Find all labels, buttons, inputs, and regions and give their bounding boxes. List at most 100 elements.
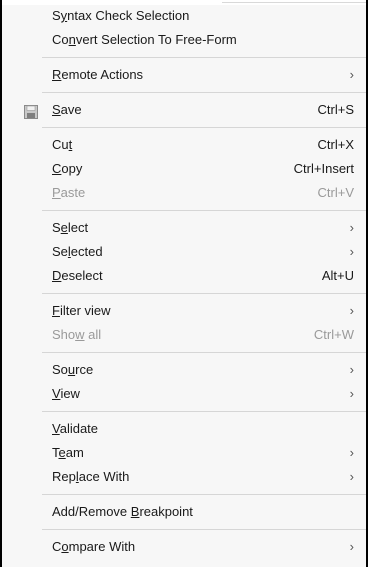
mnemonic: R bbox=[52, 67, 62, 82]
menu-item-filter-view[interactable]: Filter view › bbox=[2, 299, 366, 323]
menu-item-label: Convert Selection To Free-Form bbox=[52, 28, 237, 52]
menu-item-label: Paste bbox=[52, 181, 85, 205]
label-part: So bbox=[52, 362, 68, 377]
menu-item-source[interactable]: Source › bbox=[2, 358, 366, 382]
menu-item-validate[interactable]: Validate bbox=[2, 417, 366, 441]
menu-item-label: Filter view bbox=[52, 299, 111, 323]
submenu-arrow-icon: › bbox=[349, 445, 354, 460]
menu-separator bbox=[42, 293, 366, 294]
shortcut-text: Ctrl+V bbox=[317, 185, 354, 200]
menu-item-label: Copy bbox=[52, 157, 82, 181]
label-part: Add/Remove bbox=[52, 504, 131, 519]
label-part: am bbox=[65, 445, 84, 460]
submenu-arrow-icon: › bbox=[349, 244, 354, 259]
mnemonic: V bbox=[52, 421, 60, 436]
mnemonic: e bbox=[60, 220, 68, 235]
mnemonic: o bbox=[61, 539, 69, 554]
menu-item-remote-actions[interactable]: Remote Actions › bbox=[2, 63, 366, 87]
label-part: all bbox=[84, 327, 102, 342]
menu-item-add-remove-breakpoint[interactable]: Add/Remove Breakpoint bbox=[2, 500, 366, 524]
menu-separator bbox=[42, 57, 366, 58]
menu-separator bbox=[42, 127, 366, 128]
menu-item-cut[interactable]: Cut Ctrl+X bbox=[2, 133, 366, 157]
context-menu: Syntax Check Selection Convert Selection… bbox=[0, 0, 368, 567]
label-part: lect bbox=[67, 220, 89, 235]
mnemonic: t bbox=[68, 137, 73, 152]
submenu-arrow-icon: › bbox=[349, 362, 354, 377]
label-part: aste bbox=[60, 185, 86, 200]
menu-item-label: Syntax Check Selection bbox=[52, 4, 189, 28]
label-part: mpare With bbox=[68, 539, 136, 554]
save-icon bbox=[24, 103, 38, 119]
shortcut-text: Ctrl+W bbox=[313, 327, 354, 342]
menu-item-label: Team bbox=[52, 441, 84, 465]
menu-item-team[interactable]: Team › bbox=[2, 441, 366, 465]
menu-item-label: View bbox=[52, 382, 80, 406]
label-part: Cu bbox=[52, 137, 69, 152]
menu-item-label: Compare With bbox=[52, 535, 135, 559]
menu-item-replace-with[interactable]: Replace With › bbox=[2, 465, 366, 489]
mnemonic: n bbox=[68, 32, 76, 47]
label-part: eselect bbox=[61, 268, 103, 283]
submenu-arrow-icon: › bbox=[349, 67, 354, 82]
submenu-arrow-icon: › bbox=[349, 469, 354, 484]
label-part: Rep bbox=[52, 469, 76, 484]
top-divider bbox=[222, 2, 366, 3]
submenu-arrow-icon: › bbox=[349, 386, 354, 401]
menu-item-view[interactable]: View › bbox=[2, 382, 366, 406]
mnemonic: F bbox=[52, 303, 60, 318]
submenu-arrow-icon: › bbox=[349, 303, 354, 318]
menu-item-label: Validate bbox=[52, 417, 98, 441]
menu-item-label: Cut bbox=[52, 133, 72, 157]
label-part: ilter view bbox=[59, 303, 111, 318]
menu-item-deselect[interactable]: Deselect Alt+U bbox=[2, 264, 366, 288]
mnemonic: w bbox=[75, 327, 85, 342]
menu-item-compare-with[interactable]: Compare With › bbox=[2, 535, 366, 559]
menu-item-label: Source bbox=[52, 358, 93, 382]
label-part: S bbox=[52, 8, 61, 23]
menu-item-label: Show all bbox=[52, 323, 101, 347]
menu-separator bbox=[42, 92, 366, 93]
label-part: iew bbox=[60, 386, 80, 401]
menu-item-show-all[interactable]: Show all Ctrl+W bbox=[2, 323, 366, 347]
label-part: Co bbox=[52, 32, 69, 47]
label-part: ace With bbox=[78, 469, 130, 484]
menu-list: Syntax Check Selection Convert Selection… bbox=[2, 4, 366, 559]
menu-item-label: Add/Remove Breakpoint bbox=[52, 500, 193, 524]
label-part: vert Selection To Free-Form bbox=[75, 32, 237, 47]
shortcut-text: Alt+U bbox=[321, 268, 354, 283]
menu-item-label: Remote Actions bbox=[52, 63, 143, 87]
mnemonic: e bbox=[58, 445, 66, 460]
menu-item-select[interactable]: Select › bbox=[2, 216, 366, 240]
menu-item-selected[interactable]: Selected › bbox=[2, 240, 366, 264]
label-part: ntax Check Selection bbox=[67, 8, 190, 23]
shortcut-text: Ctrl+S bbox=[317, 102, 354, 117]
label-part: ave bbox=[60, 102, 82, 117]
mnemonic: C bbox=[52, 161, 62, 176]
menu-item-label: Deselect bbox=[52, 264, 103, 288]
menu-item-label: Save bbox=[52, 98, 82, 122]
label-part: ected bbox=[70, 244, 103, 259]
menu-item-copy[interactable]: Copy Ctrl+Insert bbox=[2, 157, 366, 181]
label-part: reakpoint bbox=[139, 504, 193, 519]
menu-separator bbox=[42, 411, 366, 412]
label-part: Se bbox=[52, 244, 68, 259]
menu-item-save[interactable]: Save Ctrl+S bbox=[2, 98, 366, 122]
menu-separator bbox=[42, 529, 366, 530]
label-part: C bbox=[52, 539, 62, 554]
mnemonic: P bbox=[52, 185, 61, 200]
menu-item-syntax-check-selection[interactable]: Syntax Check Selection bbox=[2, 4, 366, 28]
submenu-arrow-icon: › bbox=[349, 220, 354, 235]
menu-item-convert-selection-to-free-form[interactable]: Convert Selection To Free-Form bbox=[2, 28, 366, 52]
submenu-arrow-icon: › bbox=[349, 539, 354, 554]
label-part: S bbox=[52, 220, 61, 235]
menu-item-paste[interactable]: Paste Ctrl+V bbox=[2, 181, 366, 205]
shortcut-text: Ctrl+Insert bbox=[293, 161, 354, 176]
label-part: rce bbox=[75, 362, 94, 377]
menu-item-label: Select bbox=[52, 216, 88, 240]
mnemonic: S bbox=[52, 102, 61, 117]
menu-item-label: Replace With bbox=[52, 465, 129, 489]
shortcut-text: Ctrl+X bbox=[317, 137, 354, 152]
mnemonic: D bbox=[52, 268, 62, 283]
menu-separator bbox=[42, 352, 366, 353]
